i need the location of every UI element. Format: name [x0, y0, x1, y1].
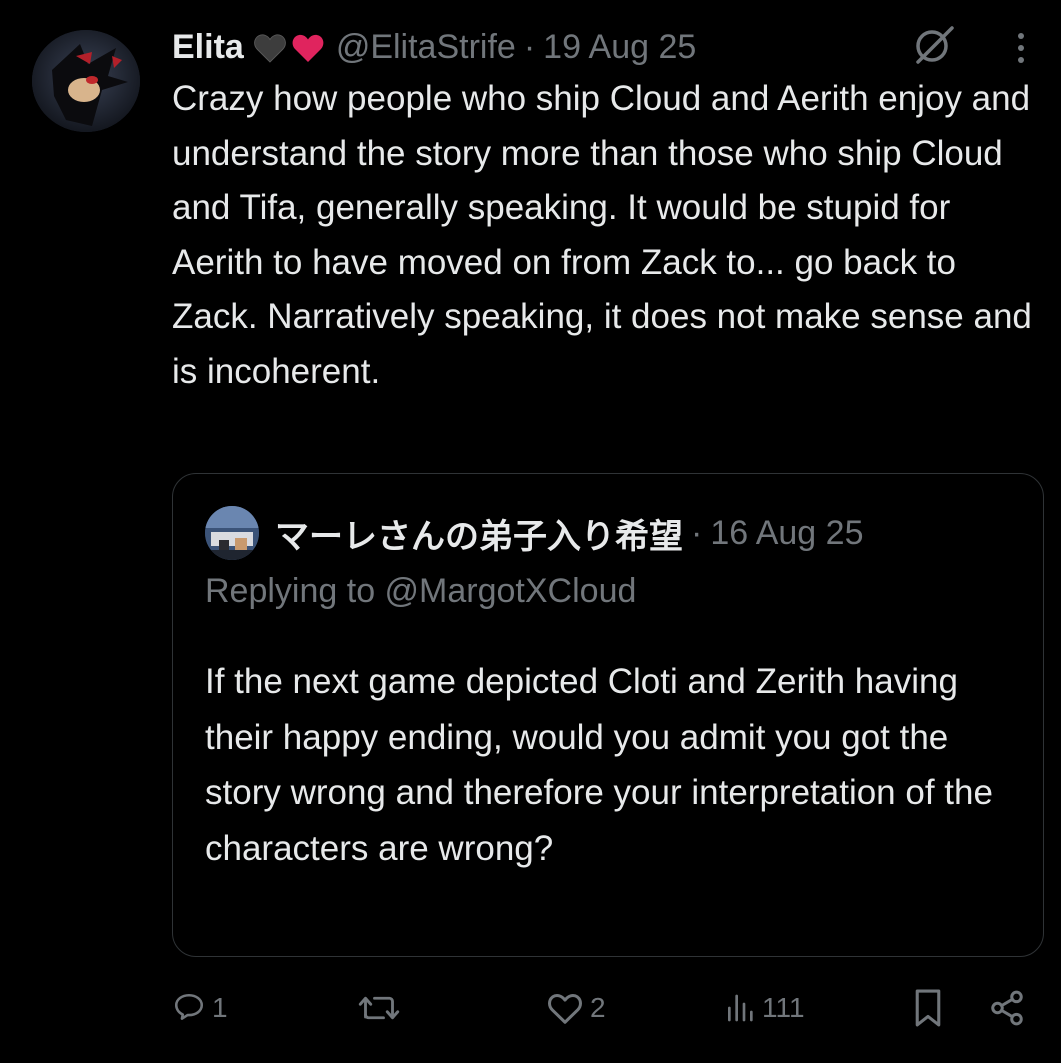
reply-icon [174, 993, 204, 1020]
grok-icon[interactable] [910, 22, 956, 68]
like-button[interactable]: 2 [546, 980, 606, 1036]
quoted-tweet-header: マーレさんの弟子入り希望 · 16 Aug 25 [205, 506, 864, 560]
replying-to-label: Replying to @MargotXCloud [205, 572, 637, 610]
quoted-author-avatar [205, 506, 259, 560]
view-count: 111 [762, 992, 805, 1023]
bookmark-icon [915, 989, 941, 1027]
quoted-header-separator: · [691, 513, 703, 552]
author-avatar[interactable] [32, 30, 140, 132]
share-icon [991, 990, 1023, 1026]
repost-icon [358, 996, 400, 1020]
author-handle[interactable]: @ElitaStrife [336, 22, 516, 72]
tweet-action-bar: 1 2 111 [0, 980, 1061, 1040]
tweet-header: Elita @ElitaStrife · 19 Aug 25 [172, 22, 696, 72]
reply-button[interactable]: 1 [172, 980, 228, 1036]
share-button[interactable] [988, 980, 1026, 1036]
quoted-tweet-text: If the next game depicted Cloti and Zeri… [205, 662, 993, 868]
reply-count: 1 [212, 992, 228, 1023]
red-heart-icon [292, 34, 324, 62]
author-display-name[interactable]: Elita [172, 22, 244, 72]
quoted-tweet-date: 16 Aug 25 [710, 513, 864, 552]
more-options-icon[interactable] [1004, 28, 1038, 68]
header-separator: · [523, 28, 536, 66]
quoted-author-name[interactable]: マーレさんの弟子入り希望 [275, 509, 683, 558]
repost-button[interactable] [356, 980, 408, 1036]
tweet-date[interactable]: 19 Aug 25 [543, 22, 696, 72]
like-heart-icon [548, 993, 582, 1024]
quoted-tweet-card[interactable]: マーレさんの弟子入り希望 · 16 Aug 25 Replying to @Ma… [172, 473, 1044, 957]
name-emoji-badges [252, 30, 326, 64]
bookmark-button[interactable] [912, 980, 944, 1036]
like-count: 2 [590, 992, 606, 1023]
views-chart-icon [728, 994, 753, 1022]
black-heart-icon [253, 34, 286, 63]
tweet-text: Crazy how people who ship Cloud and Aeri… [172, 79, 1032, 391]
views-button[interactable]: 111 [724, 980, 805, 1036]
